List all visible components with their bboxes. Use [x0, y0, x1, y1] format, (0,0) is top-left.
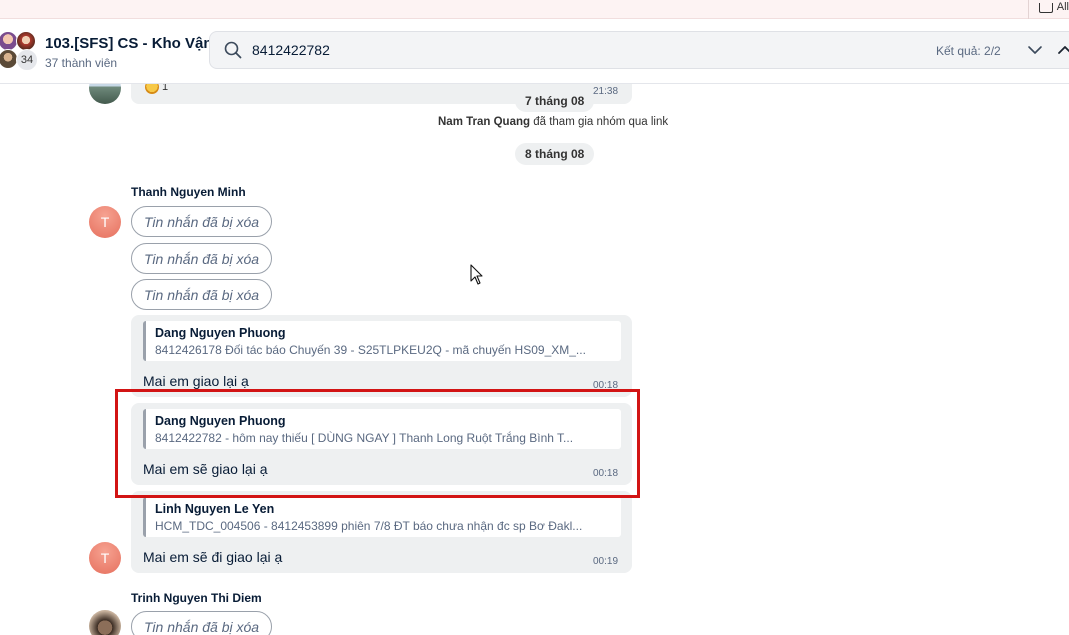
- search-highlight-box: [115, 389, 640, 498]
- search-icon: [224, 41, 242, 59]
- deleted-message[interactable]: Tin nhắn đã bị xóa: [131, 206, 273, 237]
- chevron-up-icon[interactable]: [1056, 41, 1069, 59]
- system-message: Nam Tran Quang đã tham gia nhóm qua link: [438, 116, 668, 128]
- member-avatar: [16, 31, 36, 51]
- message-search-bar[interactable]: 8412422782 Kết quả: 2/2: [209, 31, 1069, 69]
- search-input[interactable]: 8412422782: [252, 42, 330, 58]
- reaction-badge[interactable]: 1: [145, 84, 168, 94]
- sender-name[interactable]: Trinh Nguyen Thi Diem: [131, 591, 262, 605]
- member-count-badge: 34: [16, 49, 38, 71]
- chat-header: 34 103.[SFS] CS - Kho Vận 37 thành viên …: [0, 19, 1069, 84]
- sender-avatar[interactable]: [89, 610, 121, 635]
- reply-message[interactable]: Dang Nguyen Phuong 8412426178 Đối tác bá…: [131, 315, 632, 397]
- date-separator: 7 tháng 08: [515, 90, 595, 112]
- window-top-strip: All: [0, 0, 1069, 19]
- deleted-message[interactable]: Tin nhắn đã bị xóa: [131, 611, 273, 635]
- date-separator: 8 tháng 08: [515, 143, 595, 165]
- sender-avatar[interactable]: T: [89, 206, 121, 238]
- message-time: 21:38: [593, 86, 619, 97]
- sender-avatar[interactable]: [89, 84, 121, 104]
- group-title[interactable]: 103.[SFS] CS - Kho Vận: [45, 35, 213, 52]
- deleted-message[interactable]: Tin nhắn đã bị xóa: [131, 279, 273, 310]
- quoted-sender: Linh Nguyen Le Yen: [155, 502, 275, 516]
- message-text: Mai em giao lại ạ: [143, 373, 249, 389]
- sender-avatar[interactable]: T: [89, 542, 121, 574]
- deleted-message[interactable]: Tin nhắn đã bị xóa: [131, 243, 273, 274]
- chevron-down-icon[interactable]: [1026, 41, 1044, 59]
- group-avatar[interactable]: 34: [0, 31, 40, 71]
- reply-message[interactable]: Linh Nguyen Le Yen HCM_TDC_004506 - 8412…: [131, 491, 632, 573]
- search-result-count: Kết quả: 2/2: [936, 44, 1001, 58]
- sender-name[interactable]: Thanh Nguyen Minh: [131, 185, 246, 199]
- reaction-emoji-icon: [145, 84, 159, 94]
- chat-message-list[interactable]: 1 21:38 7 tháng 08 Nam Tran Quang đã tha…: [0, 84, 1069, 635]
- quoted-text: HCM_TDC_004506 - 8412453899 phiên 7/8 ĐT…: [155, 519, 583, 533]
- system-message-user[interactable]: Nam Tran Quang: [438, 116, 530, 128]
- message-text: Mai em sẽ đi giao lại ạ: [143, 549, 283, 565]
- quoted-message[interactable]: Dang Nguyen Phuong 8412426178 Đối tác bá…: [143, 321, 621, 361]
- all-button[interactable]: All: [1027, 0, 1069, 19]
- all-button-label: All: [1056, 0, 1069, 13]
- mouse-cursor-icon: [470, 264, 483, 285]
- group-member-count[interactable]: 37 thành viên: [45, 56, 117, 70]
- message-time: 00:19: [593, 556, 619, 567]
- quoted-text: 8412426178 Đối tác báo Chuyến 39 - S25TL…: [155, 343, 586, 357]
- system-message-text: đã tham gia nhóm qua link: [533, 116, 669, 128]
- quoted-sender: Dang Nguyen Phuong: [155, 326, 286, 340]
- quoted-message[interactable]: Linh Nguyen Le Yen HCM_TDC_004506 - 8412…: [143, 497, 621, 537]
- tray-icon: [1038, 2, 1053, 13]
- reaction-count: 1: [162, 84, 169, 93]
